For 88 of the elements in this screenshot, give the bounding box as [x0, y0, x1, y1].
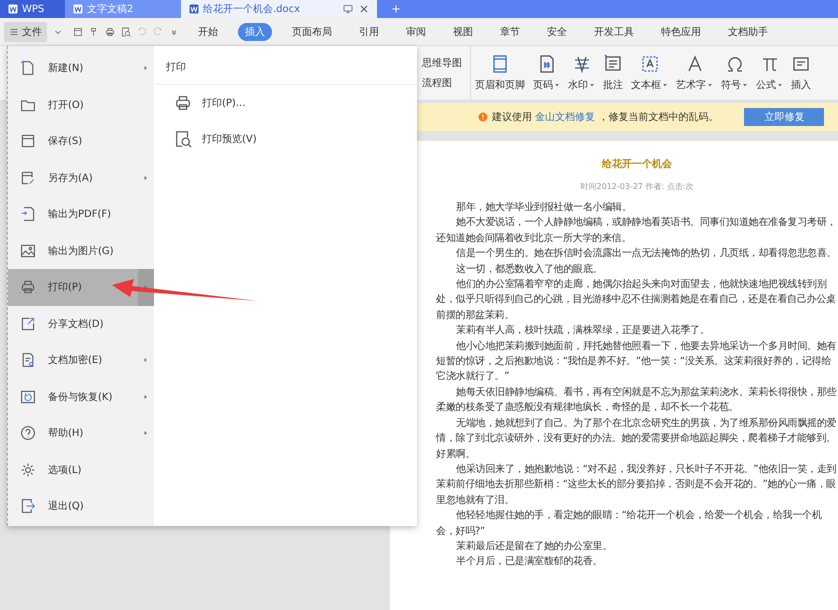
repair-now-button[interactable]: 立即修复: [744, 108, 824, 126]
redo-icon: [153, 26, 163, 36]
warning-icon: [478, 112, 488, 122]
document-title: 给花开一个机会: [600, 158, 673, 171]
document-paragraph: 她每天依旧静静地编稿、看书，再有空闲就是不忘为那盆茉莉浇水。茉莉长得很快，那些柔嫩的枝条受了蛊惑般没有规律地疯长，奇怪的是，却不长一个花苞。: [436, 386, 838, 416]
document-tab[interactable]: WPS: [0, 0, 65, 18]
file-menu-button[interactable]: 文件: [4, 22, 47, 42]
ribbon-tab[interactable]: 页面布局: [285, 22, 339, 40]
monitor-icon: [343, 4, 353, 14]
printer-icon: [174, 94, 192, 112]
menu-item[interactable]: 文档加密(E): [8, 342, 154, 378]
document-paragraph: 他们的办公室隔着窄窄的走廊，她偶尔抬起头来向对面望去，他就快速地把视线转到别处，似乎只听得到自己的心跳，目光游移中忍不住揣测着她是在看自己，还是在看自己办公桌前摆的那盆茉莉。: [436, 278, 837, 323]
document-paragraph: 无端地，她就想到了自己。为了那个在北京念研究生的男孩，为了维系那份风雨飘摇的爱情，除了到北京读研外，没有更好的办法。她的爱需要拼命地踮起脚尖，爬着梯子才能够到。好累啊。: [436, 416, 838, 462]
menu-item[interactable]: 帮助(H): [8, 415, 154, 452]
save-icon: [20, 133, 36, 150]
format-painter-icon: [89, 26, 99, 36]
menu-item[interactable]: 退出(Q): [8, 488, 154, 524]
share-icon: [20, 316, 36, 332]
document-paragraph: 他轻轻地握住她的手，看定她的眼睛：“给花开一个机会，给爱一个机会，给我一个机会，好吗?”: [436, 508, 823, 539]
ribbon-tab[interactable]: 审阅: [399, 22, 433, 40]
text-box-icon: [640, 54, 660, 74]
print-preview-icon: [174, 130, 192, 148]
w-logo-icon: [189, 4, 199, 14]
ribbon-button[interactable]: 艺术字: [672, 46, 717, 100]
printer-icon: [105, 26, 115, 36]
ribbon-button[interactable]: 插入: [787, 46, 815, 100]
ribbon-tab[interactable]: 开始: [191, 22, 225, 40]
document-paragraph: 这一切，都悉数收入了他的眼底。: [455, 262, 604, 277]
w-logo-icon: [73, 4, 83, 14]
ribbon-button[interactable]: 水印: [564, 46, 599, 100]
document-paragraph: 他小心地把茉莉搬到她面前，拜托她替他照看一下，他要去异地采访一个多月时间。她有短暂的惊讶，之后抱歉地说：“我怕是养不好。”他一笑：“没关系。这茉莉很好养的，记得给它浇水就行了。”: [436, 340, 838, 384]
ribbon-tab[interactable]: 引用: [352, 22, 386, 40]
w-logo-icon: [8, 4, 18, 14]
menu-item[interactable]: 输出为PDF(F): [8, 196, 154, 232]
menu-item[interactable]: 新建(N): [8, 50, 154, 86]
help-icon: [20, 425, 36, 442]
ribbon-button[interactable]: 流程图: [422, 76, 462, 90]
exit-icon: [20, 498, 36, 514]
print-preview-icon: [121, 26, 131, 36]
add-tab-icon: [391, 4, 401, 14]
save-as-icon: [20, 170, 36, 186]
document-meta: 时间2012-03-27 作者: 点击:次: [580, 181, 694, 192]
menu-item[interactable]: 另存为(A): [8, 160, 154, 196]
save-icon: [73, 26, 83, 36]
menu-item[interactable]: 保存(S): [8, 123, 154, 160]
printer-icon: [20, 279, 36, 296]
document-tab[interactable]: 给花开一个机会.docx: [181, 0, 377, 18]
ribbon-tab[interactable]: 视图: [446, 22, 480, 40]
document-icon: [20, 60, 36, 76]
ribbon-tab[interactable]: 文档助手: [721, 22, 775, 40]
ribbon-button[interactable]: 页眉和页脚: [471, 46, 529, 100]
document-paragraph: 他采访回来了，她抱歉地说：“对不起，我没养好，只长叶子不开花。”他依旧一笑，走到茉莉前仔细地去折那些新梢：“这些太长的部分要掐掉，否则是不会开花的。”她的心一痛，眼里忽地就有了泪。: [436, 462, 838, 508]
ribbon-button[interactable]: 思维导图: [422, 56, 462, 70]
ribbon-tab[interactable]: 章节: [493, 22, 527, 40]
notice-message: 建议使用 金山文档修复 ，修复当前文档中的乱码。: [492, 110, 718, 124]
ribbon-button[interactable]: 符号: [717, 46, 752, 100]
menu-item[interactable]: 选项(L): [8, 452, 154, 488]
ribbon-tab[interactable]: 安全: [540, 22, 574, 40]
menu-item[interactable]: 备份与恢复(K): [8, 378, 154, 415]
document-paragraph: 茉莉有半人高，枝叶扶疏，满株翠绿，正是要进入花季了。: [455, 324, 710, 338]
menu-item[interactable]: 分享文档(D): [8, 306, 154, 342]
locked-document-icon: [20, 352, 36, 368]
ribbon-button[interactable]: 公式: [752, 46, 787, 100]
ribbon-button[interactable]: 文本框: [627, 46, 672, 100]
submenu-item[interactable]: 打印(P)...: [154, 85, 266, 121]
ribbon-tab[interactable]: 开发工具: [587, 22, 641, 40]
document-paragraph: 茉莉最后还是留在了她的办公室里。: [455, 540, 613, 554]
settings-icon: [20, 462, 36, 478]
ribbon-tab[interactable]: 特色应用: [654, 22, 708, 40]
submenu-item[interactable]: 打印预览(V): [154, 121, 277, 157]
document-paragraph: 那年，她大学毕业到报社做一名小编辑。: [455, 200, 632, 215]
repair-link[interactable]: 金山文档修复: [535, 112, 596, 123]
ribbon-tab[interactable]: 插入: [238, 22, 272, 40]
ribbon-button[interactable]: 批注: [599, 46, 627, 100]
picture-icon: [20, 242, 36, 259]
document-paragraph: 半个月后，已是满室馥郁的花香。: [455, 554, 604, 570]
undo-icon: [137, 26, 147, 36]
ribbon-button[interactable]: 页码: [529, 46, 564, 100]
document-paragraph: 她不大爱说话，一个人静静地编稿，或静静地看英语书。同事们知道她在准备复习考研，还知道她会间隔着收到北京一所大学的来信。: [436, 216, 838, 246]
menu-icon: [9, 26, 19, 36]
menu-item[interactable]: 打印(P): [8, 269, 154, 306]
close-icon: [359, 4, 369, 14]
menu-item[interactable]: 打开(O): [8, 86, 154, 123]
submenu-title: 打印: [154, 46, 417, 85]
export-document-icon: [20, 206, 36, 222]
restore-icon: [20, 388, 36, 405]
menu-item[interactable]: 输出为图片(G): [8, 232, 154, 269]
document-paragraph: 信是一个男生的。她在拆信时会流露出一点无法掩饰的热切，几页纸，却看得忽悲忽喜。: [455, 246, 838, 262]
